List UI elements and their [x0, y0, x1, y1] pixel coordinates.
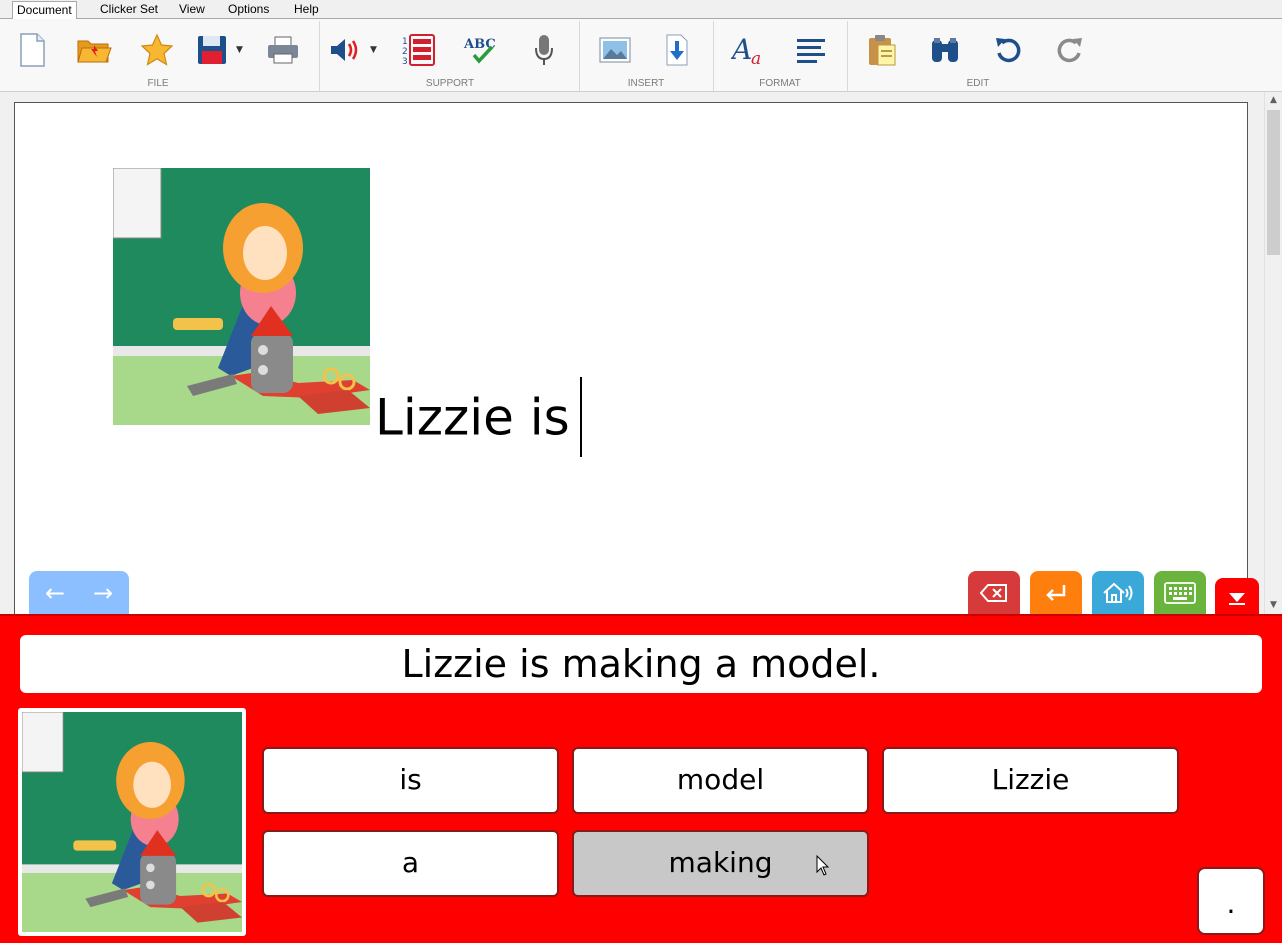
scroll-thumb[interactable] — [1267, 110, 1280, 255]
word-cell-lizzie[interactable]: Lizzie — [882, 747, 1179, 814]
insert-file-icon — [666, 34, 688, 66]
redo-icon — [1057, 38, 1082, 63]
group-label-insert: INSERT — [627, 78, 665, 89]
insert-picture-icon — [599, 37, 631, 63]
save-dropdown-arrow[interactable]: ▼ — [236, 45, 243, 55]
group-label-support: SUPPORT — [425, 78, 475, 89]
grid-picture-image — [21, 711, 242, 932]
undo-icon — [996, 38, 1021, 63]
next-arrow-icon[interactable]: → — [83, 579, 123, 607]
new-document-icon — [20, 33, 45, 67]
tab-view[interactable]: View — [175, 1, 209, 19]
svg-text:1: 1 — [402, 37, 408, 47]
paste-icon — [869, 35, 896, 66]
document-text-content: Lizzie is — [375, 388, 570, 447]
microphone-icon — [535, 35, 553, 65]
enter-button[interactable] — [1030, 571, 1082, 615]
group-label-file: FILE — [147, 78, 169, 89]
ribbon-toolbar: ▼ FILE ▼ 123 ABC SUPPORT INSERT A a FORM… — [0, 19, 1282, 92]
mouse-pointer-icon — [816, 855, 830, 876]
group-separator — [847, 21, 848, 91]
spell-check-button[interactable]: ABC — [458, 28, 502, 72]
tab-document[interactable]: Document — [12, 1, 77, 20]
group-separator — [579, 21, 580, 91]
scroll-up-arrow[interactable]: ▲ — [1265, 92, 1282, 109]
find-button[interactable] — [923, 28, 967, 72]
collapse-down-icon — [1229, 593, 1245, 605]
menu-bar: Document Clicker Set View Options Help — [0, 0, 1282, 20]
align-left-icon — [797, 39, 825, 63]
save-button[interactable] — [190, 28, 234, 72]
clicker-window: Document Clicker Set View Options Help ▼… — [0, 0, 1282, 943]
speech-volume-icon — [331, 39, 358, 61]
svg-text:A: A — [731, 33, 752, 66]
word-cell-is[interactable]: is — [262, 747, 559, 814]
print-icon — [268, 36, 298, 64]
previous-arrow-icon[interactable]: ← — [35, 579, 75, 607]
svg-text:3: 3 — [402, 57, 408, 67]
document-area: Lizzie is — [0, 92, 1264, 622]
redo-button[interactable] — [1048, 28, 1092, 72]
insert-picture-button[interactable] — [593, 28, 637, 72]
favourites-button[interactable] — [135, 28, 179, 72]
open-button[interactable] — [72, 28, 116, 72]
align-button[interactable] — [789, 28, 833, 72]
record-button[interactable] — [522, 28, 566, 72]
font-style-button[interactable]: Aa — [726, 28, 770, 72]
enter-icon — [1046, 585, 1066, 601]
backspace-icon — [980, 584, 1007, 602]
group-separator — [319, 21, 320, 91]
backspace-button[interactable] — [968, 571, 1020, 615]
speak-house-icon — [1103, 582, 1133, 603]
paste-button[interactable] — [860, 28, 904, 72]
word-cell-a[interactable]: a — [262, 830, 559, 897]
spell-check-icon: ABC — [463, 37, 496, 64]
group-separator — [713, 21, 714, 91]
clicker-grid: Lizzie is making a model. is model Lizzi… — [0, 614, 1282, 943]
insert-file-button[interactable] — [655, 28, 699, 72]
punctuation-cell-period[interactable]: . — [1197, 867, 1265, 935]
open-folder-icon — [77, 40, 112, 63]
document-page[interactable]: Lizzie is — [14, 102, 1248, 622]
undo-button[interactable] — [986, 28, 1030, 72]
tab-help[interactable]: Help — [290, 1, 323, 19]
word-cell-model[interactable]: model — [572, 747, 869, 814]
document-picture — [113, 168, 370, 425]
speak-button[interactable] — [1092, 571, 1144, 615]
collapse-grid-button[interactable] — [1215, 578, 1259, 618]
keyboard-icon — [1164, 582, 1196, 604]
find-binoculars-icon — [932, 38, 958, 62]
font-style-icon: Aa — [731, 33, 761, 67]
tab-options[interactable]: Options — [224, 1, 273, 19]
svg-text:2: 2 — [402, 47, 408, 57]
grid-picture[interactable] — [18, 708, 246, 936]
group-label-format: FORMAT — [759, 78, 801, 89]
text-caret — [579, 377, 582, 457]
print-button[interactable] — [261, 28, 305, 72]
document-text[interactable]: Lizzie is — [375, 377, 582, 461]
word-list-icon: 123 — [402, 34, 435, 67]
tab-clicker-set[interactable]: Clicker Set — [96, 1, 162, 19]
save-disk-icon — [198, 36, 226, 64]
group-label-edit: EDIT — [966, 78, 990, 89]
keyboard-button[interactable] — [1154, 571, 1206, 615]
svg-text:a: a — [751, 49, 761, 67]
scroll-down-arrow[interactable]: ▼ — [1265, 597, 1282, 614]
favourites-star-icon — [140, 33, 174, 66]
new-document-button[interactable] — [10, 28, 54, 72]
vertical-scrollbar[interactable]: ▲ ▼ — [1264, 92, 1282, 614]
sentence-display[interactable]: Lizzie is making a model. — [20, 635, 1262, 693]
speech-button[interactable] — [322, 28, 366, 72]
page-nav: ← → — [29, 571, 129, 615]
speech-dropdown-arrow[interactable]: ▼ — [370, 45, 377, 55]
word-list-button[interactable]: 123 — [396, 28, 440, 72]
